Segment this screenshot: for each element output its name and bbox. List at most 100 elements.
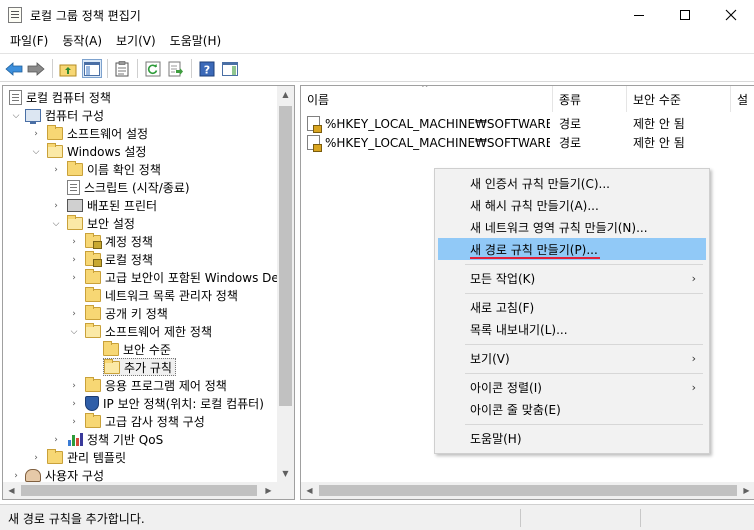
- column-header-name[interactable]: ^ 이름: [301, 86, 553, 112]
- scroll-up-icon[interactable]: ▲: [277, 86, 294, 103]
- highlight-underline: [470, 257, 600, 259]
- up-one-level-button[interactable]: [58, 59, 78, 78]
- collapse-chevron-icon[interactable]: ⌵: [69, 327, 79, 337]
- menu-item-line-up-icons[interactable]: 아이콘 줄 맞춤(E): [438, 398, 706, 420]
- tree-item-public-key-policies[interactable]: 공개 키 정책: [85, 304, 168, 322]
- tree-item-policy-based-qos[interactable]: 정책 기반 QoS: [67, 430, 163, 448]
- tree-item-ip-security-policies[interactable]: IP 보안 정책(위치: 로컬 컴퓨터): [85, 394, 264, 412]
- column-header-type[interactable]: 종류: [553, 86, 627, 112]
- table-row[interactable]: %HKEY_LOCAL_MACHINE₩SOFTWARE... 경로 제한 안 …: [301, 133, 754, 152]
- scrollbar-thumb[interactable]: [279, 106, 292, 406]
- expand-chevron-icon[interactable]: ›: [69, 255, 79, 265]
- tree-item-security-settings[interactable]: 보안 설정: [67, 214, 135, 232]
- column-header-description[interactable]: 설: [731, 86, 754, 112]
- scroll-left-icon[interactable]: ◀: [3, 482, 20, 499]
- menu-item-refresh[interactable]: 새로 고침(F): [438, 296, 706, 318]
- menu-item-all-tasks[interactable]: 모든 작업(K) ›: [438, 267, 706, 289]
- table-row[interactable]: %HKEY_LOCAL_MACHINE₩SOFTWARE... 경로 제한 안 …: [301, 114, 754, 133]
- menu-item-new-certificate-rule[interactable]: 새 인증서 규칙 만들기(C)...: [438, 172, 706, 194]
- status-divider: [640, 509, 641, 527]
- back-button[interactable]: [4, 59, 24, 78]
- scrollbar-thumb[interactable]: [319, 485, 737, 496]
- tree-item-account-policies[interactable]: 계정 정책: [85, 232, 153, 250]
- list-horizontal-scrollbar[interactable]: ◀ ▶: [301, 482, 754, 499]
- expand-chevron-icon[interactable]: ›: [69, 381, 79, 391]
- tree-item-security-levels[interactable]: 보안 수준: [103, 340, 171, 358]
- tree-item-administrative-templates[interactable]: 관리 템플릿: [47, 448, 126, 466]
- menu-item-arrange-icons[interactable]: 아이콘 정렬(I) ›: [438, 376, 706, 398]
- sort-ascending-icon: ^: [421, 85, 429, 94]
- collapse-chevron-icon[interactable]: ⌵: [11, 111, 21, 121]
- collapse-chevron-icon[interactable]: ⌵: [51, 219, 61, 229]
- tree-item-windows-defender-firewall[interactable]: 고급 보안이 포함된 Windows Defender 방화벽: [85, 268, 294, 286]
- menu-item-help[interactable]: 도움말(H): [438, 427, 706, 449]
- menu-item-view[interactable]: 보기(V) ›: [438, 347, 706, 369]
- expand-chevron-icon[interactable]: ›: [69, 417, 79, 427]
- scroll-right-icon[interactable]: ▶: [738, 482, 754, 499]
- menu-action[interactable]: 동작(A): [55, 30, 109, 52]
- expand-chevron-icon[interactable]: ›: [51, 201, 61, 211]
- expand-chevron-icon[interactable]: ›: [31, 453, 41, 463]
- tree-item-software-settings[interactable]: 소프트웨어 설정: [47, 124, 148, 142]
- help-button[interactable]: ?: [197, 59, 217, 78]
- user-icon: [25, 468, 41, 482]
- export-list-button[interactable]: [166, 59, 186, 78]
- tree-vertical-scrollbar[interactable]: ▲ ▼: [277, 86, 294, 482]
- tree-item-network-list-manager[interactable]: 네트워크 목록 관리자 정책: [85, 286, 238, 304]
- tree-item-deployed-printers[interactable]: 배포된 프린터: [67, 196, 157, 214]
- show-hide-action-pane-button[interactable]: [220, 59, 240, 78]
- menu-separator: [465, 424, 703, 425]
- menu-bar: 파일(F) 동작(A) 보기(V) 도움말(H): [0, 30, 754, 52]
- close-button[interactable]: [708, 0, 754, 30]
- tree-horizontal-scrollbar[interactable]: ◀ ▶: [3, 482, 294, 499]
- properties-button[interactable]: [112, 59, 132, 78]
- expand-chevron-icon[interactable]: ›: [69, 399, 79, 409]
- expand-chevron-icon[interactable]: ›: [69, 309, 79, 319]
- expand-chevron-icon[interactable]: ›: [69, 237, 79, 247]
- path-rule-icon: [307, 135, 322, 152]
- menu-item-export-list[interactable]: 목록 내보내기(L)...: [438, 318, 706, 340]
- expand-chevron-icon[interactable]: ›: [31, 129, 41, 139]
- menu-item-new-hash-rule[interactable]: 새 해시 규칙 만들기(A)...: [438, 194, 706, 216]
- tree-item-label: 관리 템플릿: [67, 450, 127, 465]
- maximize-button[interactable]: [662, 0, 708, 30]
- forward-button[interactable]: [26, 59, 46, 78]
- menu-item-new-network-zone-rule[interactable]: 새 네트워크 영역 규칙 만들기(N)...: [438, 216, 706, 238]
- expand-chevron-icon[interactable]: ›: [51, 165, 61, 175]
- tree-item-additional-rules[interactable]: 추가 규칙: [103, 358, 176, 376]
- expand-chevron-icon[interactable]: ›: [69, 273, 79, 283]
- tree-item-software-restriction-policies[interactable]: 소프트웨어 제한 정책: [85, 322, 212, 340]
- submenu-arrow-icon: ›: [691, 380, 696, 394]
- tree-item-windows-settings[interactable]: Windows 설정: [47, 142, 146, 160]
- minimize-button[interactable]: [616, 0, 662, 30]
- tree-item-name-resolution-policy[interactable]: 이름 확인 정책: [67, 160, 161, 178]
- expand-chevron-icon[interactable]: ›: [51, 435, 61, 445]
- collapse-chevron-icon[interactable]: ⌵: [31, 147, 41, 157]
- console-tree: 로컬 컴퓨터 정책 ⌵ 컴퓨터 구성 › 소프트웨어 설정 ⌵ Windows …: [2, 85, 295, 500]
- folder-open-icon: [67, 214, 83, 230]
- menu-separator: [465, 293, 703, 294]
- expand-chevron-icon[interactable]: ›: [11, 471, 21, 481]
- scroll-right-icon[interactable]: ▶: [260, 482, 277, 499]
- folder-icon: [85, 376, 101, 392]
- tree-item-scripts[interactable]: 스크립트 (시작/종료): [67, 178, 190, 196]
- tree-item-local-computer-policy[interactable]: 로컬 컴퓨터 정책: [9, 88, 111, 106]
- scroll-down-icon[interactable]: ▼: [277, 465, 294, 482]
- show-hide-console-tree-button[interactable]: [82, 59, 102, 78]
- tree-item-local-policies[interactable]: 로컬 정책: [85, 250, 153, 268]
- toolbar: ?: [0, 53, 754, 82]
- tree-item-label: 배포된 프린터: [87, 198, 158, 213]
- tree-item-advanced-audit-policy[interactable]: 고급 감사 정책 구성: [85, 412, 205, 430]
- refresh-button[interactable]: [143, 59, 163, 78]
- tree-item-label: 고급 보안이 포함된 Windows Defender 방화벽: [105, 270, 294, 285]
- scrollbar-thumb[interactable]: [21, 485, 257, 496]
- menu-file[interactable]: 파일(F): [3, 30, 55, 52]
- tree-item-computer-configuration[interactable]: 컴퓨터 구성: [25, 106, 104, 124]
- tree-item-label: 보안 설정: [87, 216, 135, 231]
- tree-item-application-control-policies[interactable]: 응용 프로그램 제어 정책: [85, 376, 227, 394]
- column-header-security-level[interactable]: 보안 수준: [627, 86, 731, 112]
- menu-view[interactable]: 보기(V): [109, 30, 163, 52]
- menu-help[interactable]: 도움말(H): [163, 30, 229, 52]
- scroll-left-icon[interactable]: ◀: [301, 482, 318, 499]
- computer-policy-icon: [9, 89, 22, 105]
